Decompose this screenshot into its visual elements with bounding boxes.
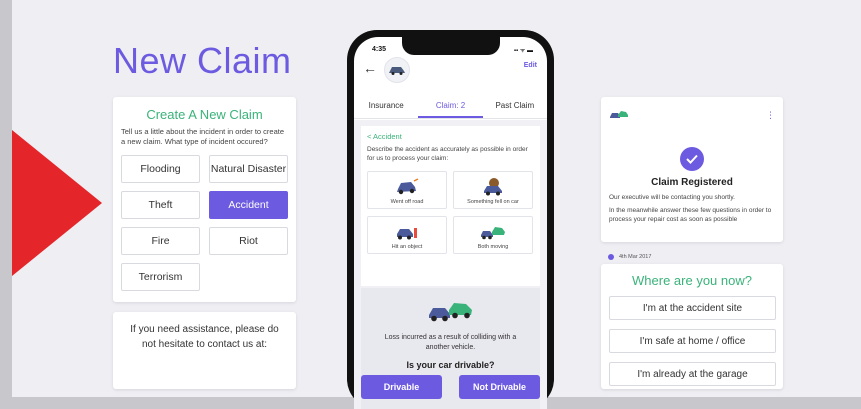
selected-incident-panel: Loss incurred as a result of colliding w… — [361, 288, 540, 409]
status-time: 4:35 — [372, 46, 387, 53]
option-terrorism[interactable]: Terrorism — [121, 263, 200, 291]
phone-body: < Accident Describe the accident as accu… — [354, 120, 547, 409]
car-hit-object-icon — [397, 228, 417, 240]
tile-label: Something fell on car — [467, 199, 519, 205]
back-arrow-icon[interactable]: ← — [363, 60, 377, 76]
where-heading: Where are you now? — [632, 273, 752, 288]
option-fire[interactable]: Fire — [121, 227, 200, 255]
tile-both-moving[interactable]: Both moving — [453, 216, 533, 254]
location-home-office-button[interactable]: I'm safe at home / office — [609, 329, 776, 353]
option-accident[interactable]: Accident — [209, 191, 288, 219]
car-icon — [610, 111, 628, 118]
create-claim-description: Tell us a little about the incident in o… — [121, 127, 285, 146]
tab-claim[interactable]: Claim: 2 — [418, 95, 483, 118]
tile-hit-object[interactable]: Hit an object — [367, 216, 447, 254]
phone-notch — [402, 37, 500, 55]
registered-message-2: In the meanwhile answer these few questi… — [609, 207, 772, 223]
tile-went-off-road[interactable]: Went off road — [367, 171, 447, 209]
timeline-date-text: 4th Mar 2017 — [619, 254, 652, 260]
tile-label: Hit an object — [391, 244, 423, 250]
timeline-dot-icon — [608, 254, 614, 260]
create-claim-card: Create A New Claim Tell us a little abou… — [113, 97, 296, 302]
two-cars-colliding-icon — [481, 227, 505, 240]
tab-past-claim[interactable]: Past Claim — [483, 95, 547, 118]
assistance-text: If you need assistance, please do not he… — [130, 324, 279, 350]
claim-registered-title: Claim Registered — [651, 177, 733, 188]
claim-registered-card: ⋮ Claim Registered Our executive will be… — [601, 97, 783, 242]
loss-description: Loss incurred as a result of colliding w… — [384, 334, 517, 351]
more-menu-icon[interactable]: ⋮ — [766, 110, 775, 121]
assistance-card: If you need assistance, please do not he… — [113, 312, 296, 389]
drivable-actions: Drivable Not Drivable — [361, 370, 540, 399]
edit-link[interactable]: Edit — [524, 62, 537, 69]
accident-breadcrumb[interactable]: < Accident — [367, 132, 534, 141]
page-title: New Claim — [113, 40, 292, 81]
option-natural-disaster[interactable]: Natural Disaster — [209, 155, 288, 183]
location-garage-button[interactable]: I'm already at the garage — [609, 362, 776, 386]
tile-something-fell[interactable]: Something fell on car — [453, 171, 533, 209]
tree-on-car-icon — [484, 178, 502, 196]
drivable-question: Is your car drivable? — [406, 360, 495, 370]
status-icons: ▪▪ ᯤ ▬ — [513, 48, 533, 54]
car-off-road-icon — [397, 178, 419, 195]
tab-insurance[interactable]: Insurance — [354, 95, 418, 118]
location-accident-site-button[interactable]: I'm at the accident site — [609, 296, 776, 320]
phone-frame: 4:35 ▪▪ ᯤ ▬ ← Edit Insurance Claim: 2 Pa… — [347, 30, 554, 409]
collision-illustration-icon — [428, 303, 472, 322]
option-theft[interactable]: Theft — [121, 191, 200, 219]
timeline-date: 4th Mar 2017 — [608, 254, 651, 260]
red-arrow-marker — [12, 130, 102, 276]
car-icon — [389, 67, 405, 75]
accident-type-grid: Went off road Something fell on car Hit … — [367, 171, 534, 254]
check-icon — [680, 147, 704, 171]
drivable-button[interactable]: Drivable — [361, 375, 442, 399]
car-avatar — [384, 57, 410, 83]
incident-type-grid: Flooding Natural Disaster Theft Accident… — [121, 155, 288, 291]
registered-card-header: ⋮ — [609, 105, 775, 125]
registered-message-1: Our executive will be contacting you sho… — [609, 194, 735, 201]
create-claim-heading: Create A New Claim — [146, 107, 263, 122]
tile-label: Went off road — [390, 199, 424, 205]
option-riot[interactable]: Riot — [209, 227, 288, 255]
not-drivable-button[interactable]: Not Drivable — [459, 375, 540, 399]
phone-screen: 4:35 ▪▪ ᯤ ▬ ← Edit Insurance Claim: 2 Pa… — [354, 37, 547, 409]
where-are-you-card: Where are you now? I'm at the accident s… — [601, 264, 783, 389]
accident-detail-card: < Accident Describe the accident as accu… — [361, 126, 540, 286]
tile-label: Both moving — [477, 244, 509, 250]
option-flooding[interactable]: Flooding — [121, 155, 200, 183]
accident-description: Describe the accident as accurately as p… — [367, 146, 528, 162]
claim-tabs: Insurance Claim: 2 Past Claim — [354, 95, 547, 119]
